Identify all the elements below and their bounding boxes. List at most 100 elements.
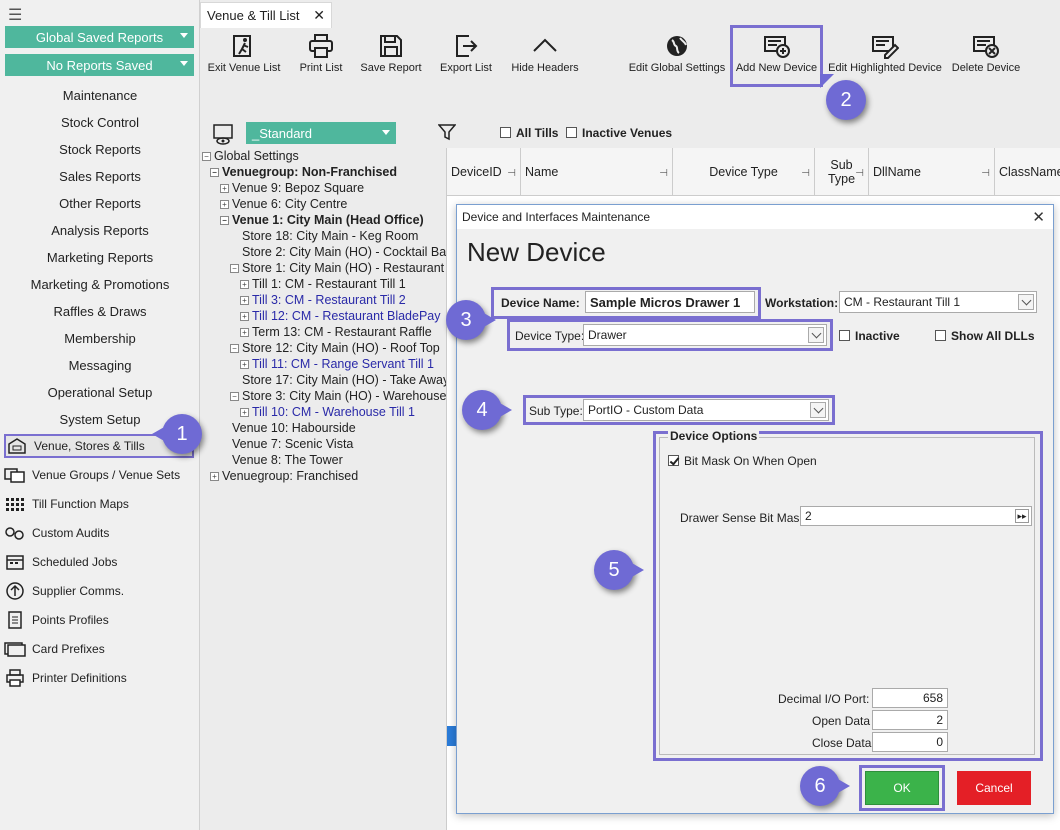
tree-node-selected[interactable]: + Till 1: CM - Restaurant Till 1 [240,276,406,292]
tree-node[interactable]: Store 17: City Main (HO) - Take Away [242,372,446,388]
view-eye-icon[interactable] [212,123,236,148]
cancel-button[interactable]: Cancel [957,771,1031,805]
nav-custom-audits[interactable]: Custom Audits [4,521,194,545]
tree-node[interactable]: − Store 1: City Main (HO) - Restaurant [230,260,444,276]
inactive-checkbox[interactable]: Inactive [839,329,900,343]
tree-node[interactable]: + Till 12: CM - Restaurant BladePay [240,308,441,324]
tree-node[interactable]: + Venue 9: Bepoz Square [220,180,364,196]
collapse-icon[interactable]: − [220,216,229,225]
menu-stock-reports[interactable]: Stock Reports [0,140,200,160]
expand-icon[interactable]: + [220,184,229,193]
pin-icon[interactable]: ⊣ [507,168,516,179]
expand-icon[interactable]: + [240,408,249,417]
nav-printer-definitions[interactable]: Printer Definitions [4,666,194,690]
expand-icon[interactable]: + [240,360,249,369]
tree-node[interactable]: Store 2: City Main (HO) - Cocktail Bar [242,244,446,260]
nav-supplier-comms[interactable]: Supplier Comms. [4,579,194,603]
port-input[interactable]: 658 [872,688,948,708]
column-header-sub-type[interactable]: Sub Type ⊣ [815,148,869,196]
expand-icon[interactable]: + [240,280,249,289]
nav-venue-groups[interactable]: Venue Groups / Venue Sets [4,463,194,487]
menu-sales-reports[interactable]: Sales Reports [0,167,200,187]
menu-other-reports[interactable]: Other Reports [0,194,200,214]
expand-icon[interactable]: + [240,328,249,337]
menu-marketing-reports[interactable]: Marketing Reports [0,248,200,268]
collapse-icon[interactable]: − [230,264,239,273]
menu-membership[interactable]: Membership [0,329,200,349]
open-data-input[interactable]: 2 [872,710,948,730]
bitmask-checkbox[interactable]: Bit Mask On When Open [668,454,817,468]
column-header-name[interactable]: Name ⊣ [521,148,673,196]
export-list-button[interactable]: Export List [436,30,496,86]
expand-icon[interactable]: + [220,200,229,209]
tree-node[interactable]: + Term 13: CM - Restaurant Raffle [240,324,432,340]
collapse-icon[interactable]: − [202,152,211,161]
hide-headers-button[interactable]: Hide Headers [508,30,582,86]
tree-node[interactable]: − Store 12: City Main (HO) - Roof Top [230,340,440,356]
drawer-sense-input[interactable]: 2 ▸▸ [800,506,1032,526]
expand-icon[interactable]: + [240,312,249,321]
tree-node[interactable]: + Till 11: CM - Range Servant Till 1 [240,356,434,372]
expand-arrows-icon[interactable]: ▸▸ [1015,509,1029,523]
tree-node[interactable]: − Global Settings [202,148,299,164]
exit-venue-list-button[interactable]: Exit Venue List [206,30,282,86]
filter-icon[interactable] [437,123,457,144]
pin-icon[interactable]: ⊣ [801,168,810,179]
menu-raffles-draws[interactable]: Raffles & Draws [0,302,200,322]
inactive-venues-checkbox[interactable]: Inactive Venues [566,126,672,140]
expand-icon[interactable]: + [240,296,249,305]
nav-points-profiles[interactable]: Points Profiles [4,608,194,632]
menu-analysis-reports[interactable]: Analysis Reports [0,221,200,241]
edit-highlighted-device-button[interactable]: Edit Highlighted Device [826,30,944,86]
nav-card-prefixes[interactable]: Card Prefixes [4,637,194,661]
chevron-down-icon[interactable] [1018,294,1034,310]
menu-operational-setup[interactable]: Operational Setup [0,383,200,403]
collapse-icon[interactable]: − [210,168,219,177]
close-icon[interactable]: ✕ [1032,208,1045,226]
edit-global-settings-button[interactable]: Edit Global Settings [626,30,728,86]
hamburger-menu-icon[interactable]: ☰ [8,5,22,25]
pin-icon[interactable]: ⊣ [855,168,864,179]
menu-marketing-promotions[interactable]: Marketing & Promotions [0,275,200,295]
tree-node[interactable]: Store 18: City Main - Keg Room [242,228,418,244]
tab-venue-till-list[interactable]: Venue & Till List ✕ [200,2,332,28]
global-saved-reports-dropdown[interactable]: Global Saved Reports [5,26,194,48]
pin-icon[interactable]: ⊣ [981,168,990,179]
column-header-dllname[interactable]: DllName ⊣ [869,148,995,196]
close-icon[interactable]: ✕ [313,7,325,24]
sub-type-select[interactable]: PortIO - Custom Data [583,399,829,421]
tree-node[interactable]: + Till 3: CM - Restaurant Till 2 [240,292,406,308]
add-new-device-button[interactable]: Add New Device [730,25,823,87]
column-header-device-type[interactable]: Device Type ⊣ [673,148,815,196]
save-report-button[interactable]: Save Report [358,30,424,86]
tree-node[interactable]: + Venue 6: City Centre [220,196,347,212]
tree-node[interactable]: Venue 7: Scenic Vista [232,436,353,452]
tree-node[interactable]: + Venuegroup: Franchised [210,468,358,484]
no-reports-saved-dropdown[interactable]: No Reports Saved [5,54,194,76]
print-list-button[interactable]: Print List [296,30,346,86]
show-all-dlls-checkbox[interactable]: Show All DLLs [935,329,1035,343]
tree-node[interactable]: − Venuegroup: Non-Franchised [210,164,397,180]
tree-node[interactable]: + Till 10: CM - Warehouse Till 1 [240,404,415,420]
collapse-icon[interactable]: − [230,344,239,353]
nav-till-function-maps[interactable]: Till Function Maps [4,492,194,516]
device-type-select[interactable]: Drawer [583,324,827,346]
collapse-icon[interactable]: − [230,392,239,401]
workstation-select[interactable]: CM - Restaurant Till 1 [839,291,1037,313]
menu-maintenance[interactable]: Maintenance [0,86,200,106]
chevron-down-icon[interactable] [808,327,824,343]
tree-node[interactable]: Venue 8: The Tower [232,452,343,468]
menu-stock-control[interactable]: Stock Control [0,113,200,133]
tree-node[interactable]: − Venue 1: City Main (Head Office) [220,212,424,228]
chevron-down-icon[interactable] [810,402,826,418]
tree-node[interactable]: − Store 3: City Main (HO) - Warehouse [230,388,446,404]
pin-icon[interactable]: ⊣ [659,168,668,179]
expand-icon[interactable]: + [210,472,219,481]
nav-scheduled-jobs[interactable]: Scheduled Jobs [4,550,194,574]
menu-messaging[interactable]: Messaging [0,356,200,376]
device-name-input[interactable]: Sample Micros Drawer 1 [585,291,755,313]
all-tills-checkbox[interactable]: All Tills [500,126,558,140]
view-selector-dropdown[interactable]: _Standard [246,122,396,144]
tree-node[interactable]: Venue 10: Habourside [232,420,356,436]
close-data-input[interactable]: 0 [872,732,948,752]
